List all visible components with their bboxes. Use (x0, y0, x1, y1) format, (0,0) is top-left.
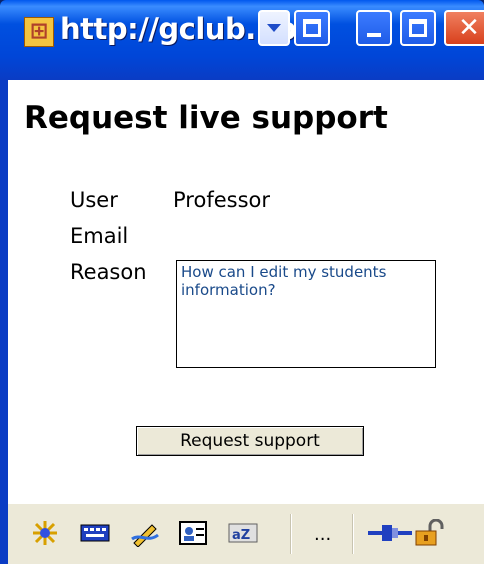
app-icon[interactable]: ⊞ (24, 17, 54, 47)
browser-window: ⊞ http://gclub.ub. ✕ Request live suppor… (0, 0, 484, 564)
reason-label: Reason (70, 260, 147, 284)
restore-button[interactable] (294, 10, 330, 46)
chevron-down-icon (267, 24, 281, 32)
request-support-button[interactable]: Request support (136, 426, 364, 456)
close-icon: ✕ (458, 13, 480, 43)
reason-textarea[interactable]: How can I edit my students information? (176, 260, 436, 368)
status-separator (352, 514, 354, 554)
pencil-icon[interactable] (130, 518, 160, 548)
status-bar: aZ ... (8, 502, 484, 564)
page-title: Request live support (24, 100, 388, 136)
contact-card-icon[interactable] (178, 518, 208, 548)
page-content: Request live support User Professor Emai… (8, 80, 484, 502)
status-separator (290, 514, 292, 554)
padlock-icon[interactable] (414, 518, 444, 548)
minimize-icon (367, 33, 381, 37)
maximize-button[interactable] (400, 10, 436, 46)
title-dropdown-button[interactable] (258, 10, 290, 46)
maximize-icon (409, 19, 427, 37)
plug-icon[interactable] (368, 518, 412, 548)
az-icon[interactable]: aZ (228, 518, 258, 548)
sparkle-icon[interactable] (30, 518, 60, 548)
close-button[interactable]: ✕ (444, 10, 484, 46)
user-value: Professor (173, 188, 270, 212)
minimize-button[interactable] (356, 10, 392, 46)
user-label: User (70, 188, 118, 212)
title-bar[interactable]: ⊞ http://gclub.ub. ✕ (0, 0, 484, 80)
status-ellipsis: ... (314, 524, 332, 545)
window-frame (0, 80, 8, 564)
email-label: Email (70, 224, 129, 248)
restore-icon (303, 19, 321, 37)
keyboard-icon[interactable] (80, 518, 110, 548)
svg-text:aZ: aZ (232, 528, 250, 543)
